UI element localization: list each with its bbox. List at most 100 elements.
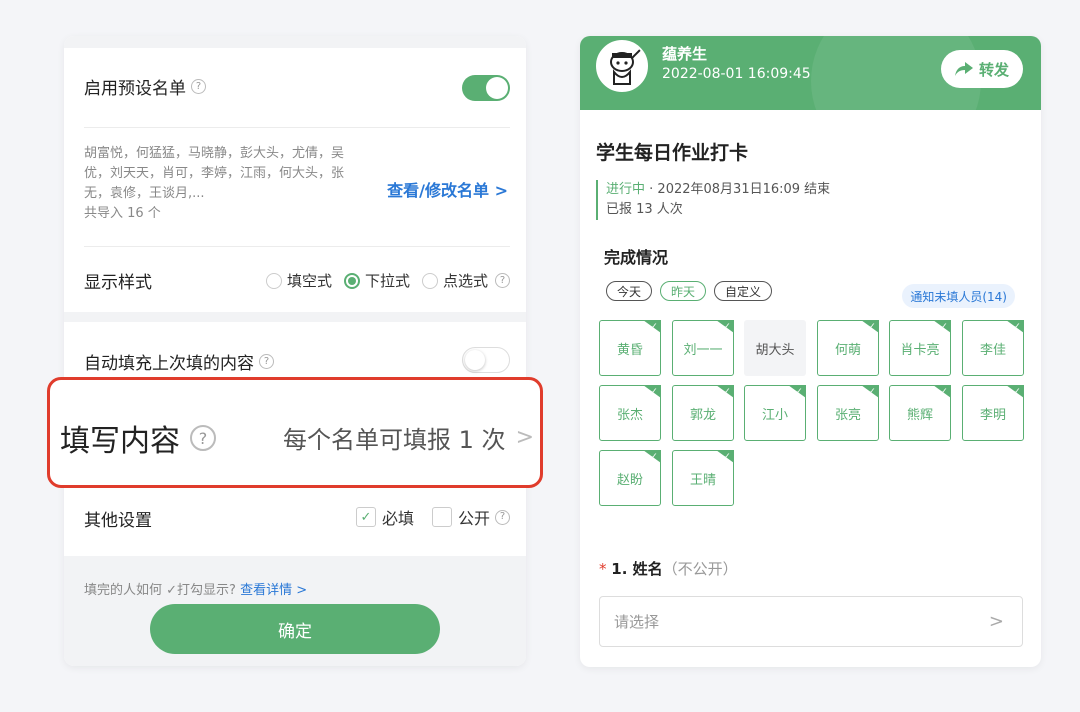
person-cell[interactable]: 何萌	[817, 320, 879, 376]
person-cell[interactable]: 李佳	[962, 320, 1024, 376]
avatar[interactable]	[596, 40, 648, 92]
radio-dot	[265, 272, 282, 289]
status-reported: 已报 13 人次	[606, 202, 683, 217]
top-strip	[64, 36, 526, 48]
person-name: 胡大头	[755, 342, 795, 358]
filter-yesterday[interactable]: 昨天	[660, 281, 707, 301]
question-title: 1. 姓名	[611, 560, 663, 578]
radio-click-select[interactable]: 点选式?	[421, 270, 510, 291]
checkbox-checked: ✓	[355, 507, 376, 527]
person-name: 黄昏	[616, 342, 643, 358]
fill-content-label-wrap: 填写内容 ?	[60, 416, 216, 460]
date-filters: 今天 昨天 自定义	[606, 281, 773, 301]
public-label: 公开	[457, 509, 490, 528]
status-end: · 2022年08月31日16:09 结束	[649, 182, 831, 197]
question-name: * 1. 姓名（不公开）	[599, 558, 738, 579]
form-preview-panel: 蕴养生 2022-08-01 16:09:45 转发 学生每日作业打卡 进行中 …	[580, 36, 1041, 667]
section-gap	[64, 312, 526, 322]
chevron-right-icon: >	[988, 611, 1004, 632]
view-details-link[interactable]: 查看详情 >	[240, 583, 307, 598]
person-cell[interactable]: 王晴	[672, 450, 734, 506]
names-text: 胡富悦，何猛猛，马晓静，彭大头，尤倩，吴优，刘天天，肖可，李婷，江雨，何大头，张…	[84, 146, 345, 201]
person-name: 熊辉	[906, 407, 933, 423]
form-header: 蕴养生 2022-08-01 16:09:45 转发	[580, 36, 1041, 166]
share-arrow-icon	[954, 62, 973, 76]
person-cell[interactable]: 张亮	[817, 385, 879, 441]
person-cell[interactable]: 李明	[962, 385, 1024, 441]
help-icon[interactable]: ?	[191, 79, 206, 94]
display-style-options: 填空式 下拉式 点选式?	[265, 270, 510, 291]
radio-label: 下拉式	[364, 272, 410, 290]
radio-dot	[421, 272, 438, 289]
person-name: 王晴	[689, 472, 716, 488]
chevron-right-icon: >	[515, 425, 534, 450]
filter-custom[interactable]: 自定义	[714, 281, 773, 301]
status-state: 进行中	[606, 182, 646, 197]
person-cell[interactable]: 胡大头	[744, 320, 806, 376]
toggle-knob	[465, 350, 485, 370]
name-select[interactable]: 请选择 >	[599, 596, 1023, 647]
person-name: 刘一一	[683, 342, 723, 358]
fill-content-value: 每个名单可填报 1 次	[283, 426, 506, 454]
person-cell[interactable]: 江小	[744, 385, 806, 441]
person-name: 何萌	[834, 342, 861, 358]
help-icon[interactable]: ?	[495, 273, 510, 288]
autofill-toggle[interactable]	[462, 347, 510, 373]
display-style-label: 显示样式	[84, 273, 152, 293]
view-edit-list-link[interactable]: 查看/修改名单 >	[387, 177, 508, 201]
radio-label: 填空式	[286, 272, 332, 290]
person-name: 张杰	[616, 407, 643, 423]
radio-dropdown[interactable]: 下拉式	[343, 270, 410, 291]
completion-title: 完成情况	[604, 248, 669, 267]
person-name: 李佳	[979, 342, 1006, 358]
person-name: 张亮	[834, 407, 861, 423]
fill-content-row-highlight[interactable]: 填写内容 ? 每个名单可填报 1 次 >	[47, 377, 543, 488]
fill-content-label: 填写内容	[60, 424, 180, 459]
publisher-name: 蕴养生	[662, 45, 708, 63]
form-status: 进行中 · 2022年08月31日16:09 结束 已报 13 人次	[596, 180, 830, 220]
fill-content-value-wrap: 每个名单可填报 1 次 >	[283, 420, 534, 455]
person-name: 郭龙	[689, 407, 716, 423]
share-button[interactable]: 转发	[940, 50, 1023, 88]
question-note: （不公开）	[662, 560, 738, 578]
settings-panel: 启用预设名单 ? 胡富悦，何猛猛，马晓静，彭大头，尤倩，吴优，刘天天，肖可，李婷…	[64, 36, 526, 666]
toggle-knob	[486, 77, 508, 99]
person-cell[interactable]: 肖卡亮	[889, 320, 951, 376]
required-mark: *	[599, 560, 607, 578]
share-label: 转发	[978, 60, 1009, 79]
help-icon[interactable]: ?	[259, 354, 274, 369]
required-checkbox[interactable]: ✓ 必填	[355, 505, 414, 529]
person-cell[interactable]: 黄昏	[599, 320, 661, 376]
preset-names-list: 胡富悦，何猛猛，马晓静，彭大头，尤倩，吴优，刘天天，肖可，李婷，江雨，何大头，张…	[84, 144, 349, 224]
bottom-note: 填完的人如何 ✓打勾显示? 查看详情 >	[84, 579, 307, 598]
form-title: 学生每日作业打卡	[596, 142, 749, 164]
autofill-row: 自动填充上次填的内容 ?	[84, 349, 510, 374]
person-cell[interactable]: 张杰	[599, 385, 661, 441]
help-icon[interactable]: ?	[495, 509, 510, 525]
notify-unfilled-button[interactable]: 通知未填人员(14)	[902, 284, 1015, 308]
enable-preset-toggle[interactable]	[462, 75, 510, 101]
radio-label: 点选式	[442, 272, 488, 290]
help-icon[interactable]: ?	[190, 425, 216, 451]
required-label: 必填	[381, 509, 414, 528]
person-name: 李明	[979, 407, 1006, 423]
public-checkbox[interactable]: 公开?	[431, 505, 510, 529]
autofill-label: 自动填充上次填的内容	[84, 354, 254, 374]
person-cell[interactable]: 熊辉	[889, 385, 951, 441]
person-name: 江小	[761, 407, 788, 423]
person-cell[interactable]: 赵盼	[599, 450, 661, 506]
radio-dot-selected	[343, 272, 360, 289]
confirm-button[interactable]: 确定	[150, 604, 440, 654]
enable-preset-row: 启用预设名单 ?	[84, 74, 510, 99]
person-cell[interactable]: 刘一一	[672, 320, 734, 376]
radio-fill-blank[interactable]: 填空式	[265, 270, 332, 291]
avatar-cartoon-icon	[598, 42, 646, 90]
filter-today[interactable]: 今天	[606, 281, 653, 301]
person-name: 肖卡亮	[900, 342, 940, 358]
person-name: 赵盼	[616, 472, 643, 488]
enable-preset-label: 启用预设名单	[84, 79, 186, 99]
bottom-note-text: 填完的人如何 ✓打勾显示?	[84, 583, 236, 598]
checkbox-unchecked	[431, 507, 452, 527]
names-count: 共导入 16 个	[84, 206, 161, 221]
person-cell[interactable]: 郭龙	[672, 385, 734, 441]
